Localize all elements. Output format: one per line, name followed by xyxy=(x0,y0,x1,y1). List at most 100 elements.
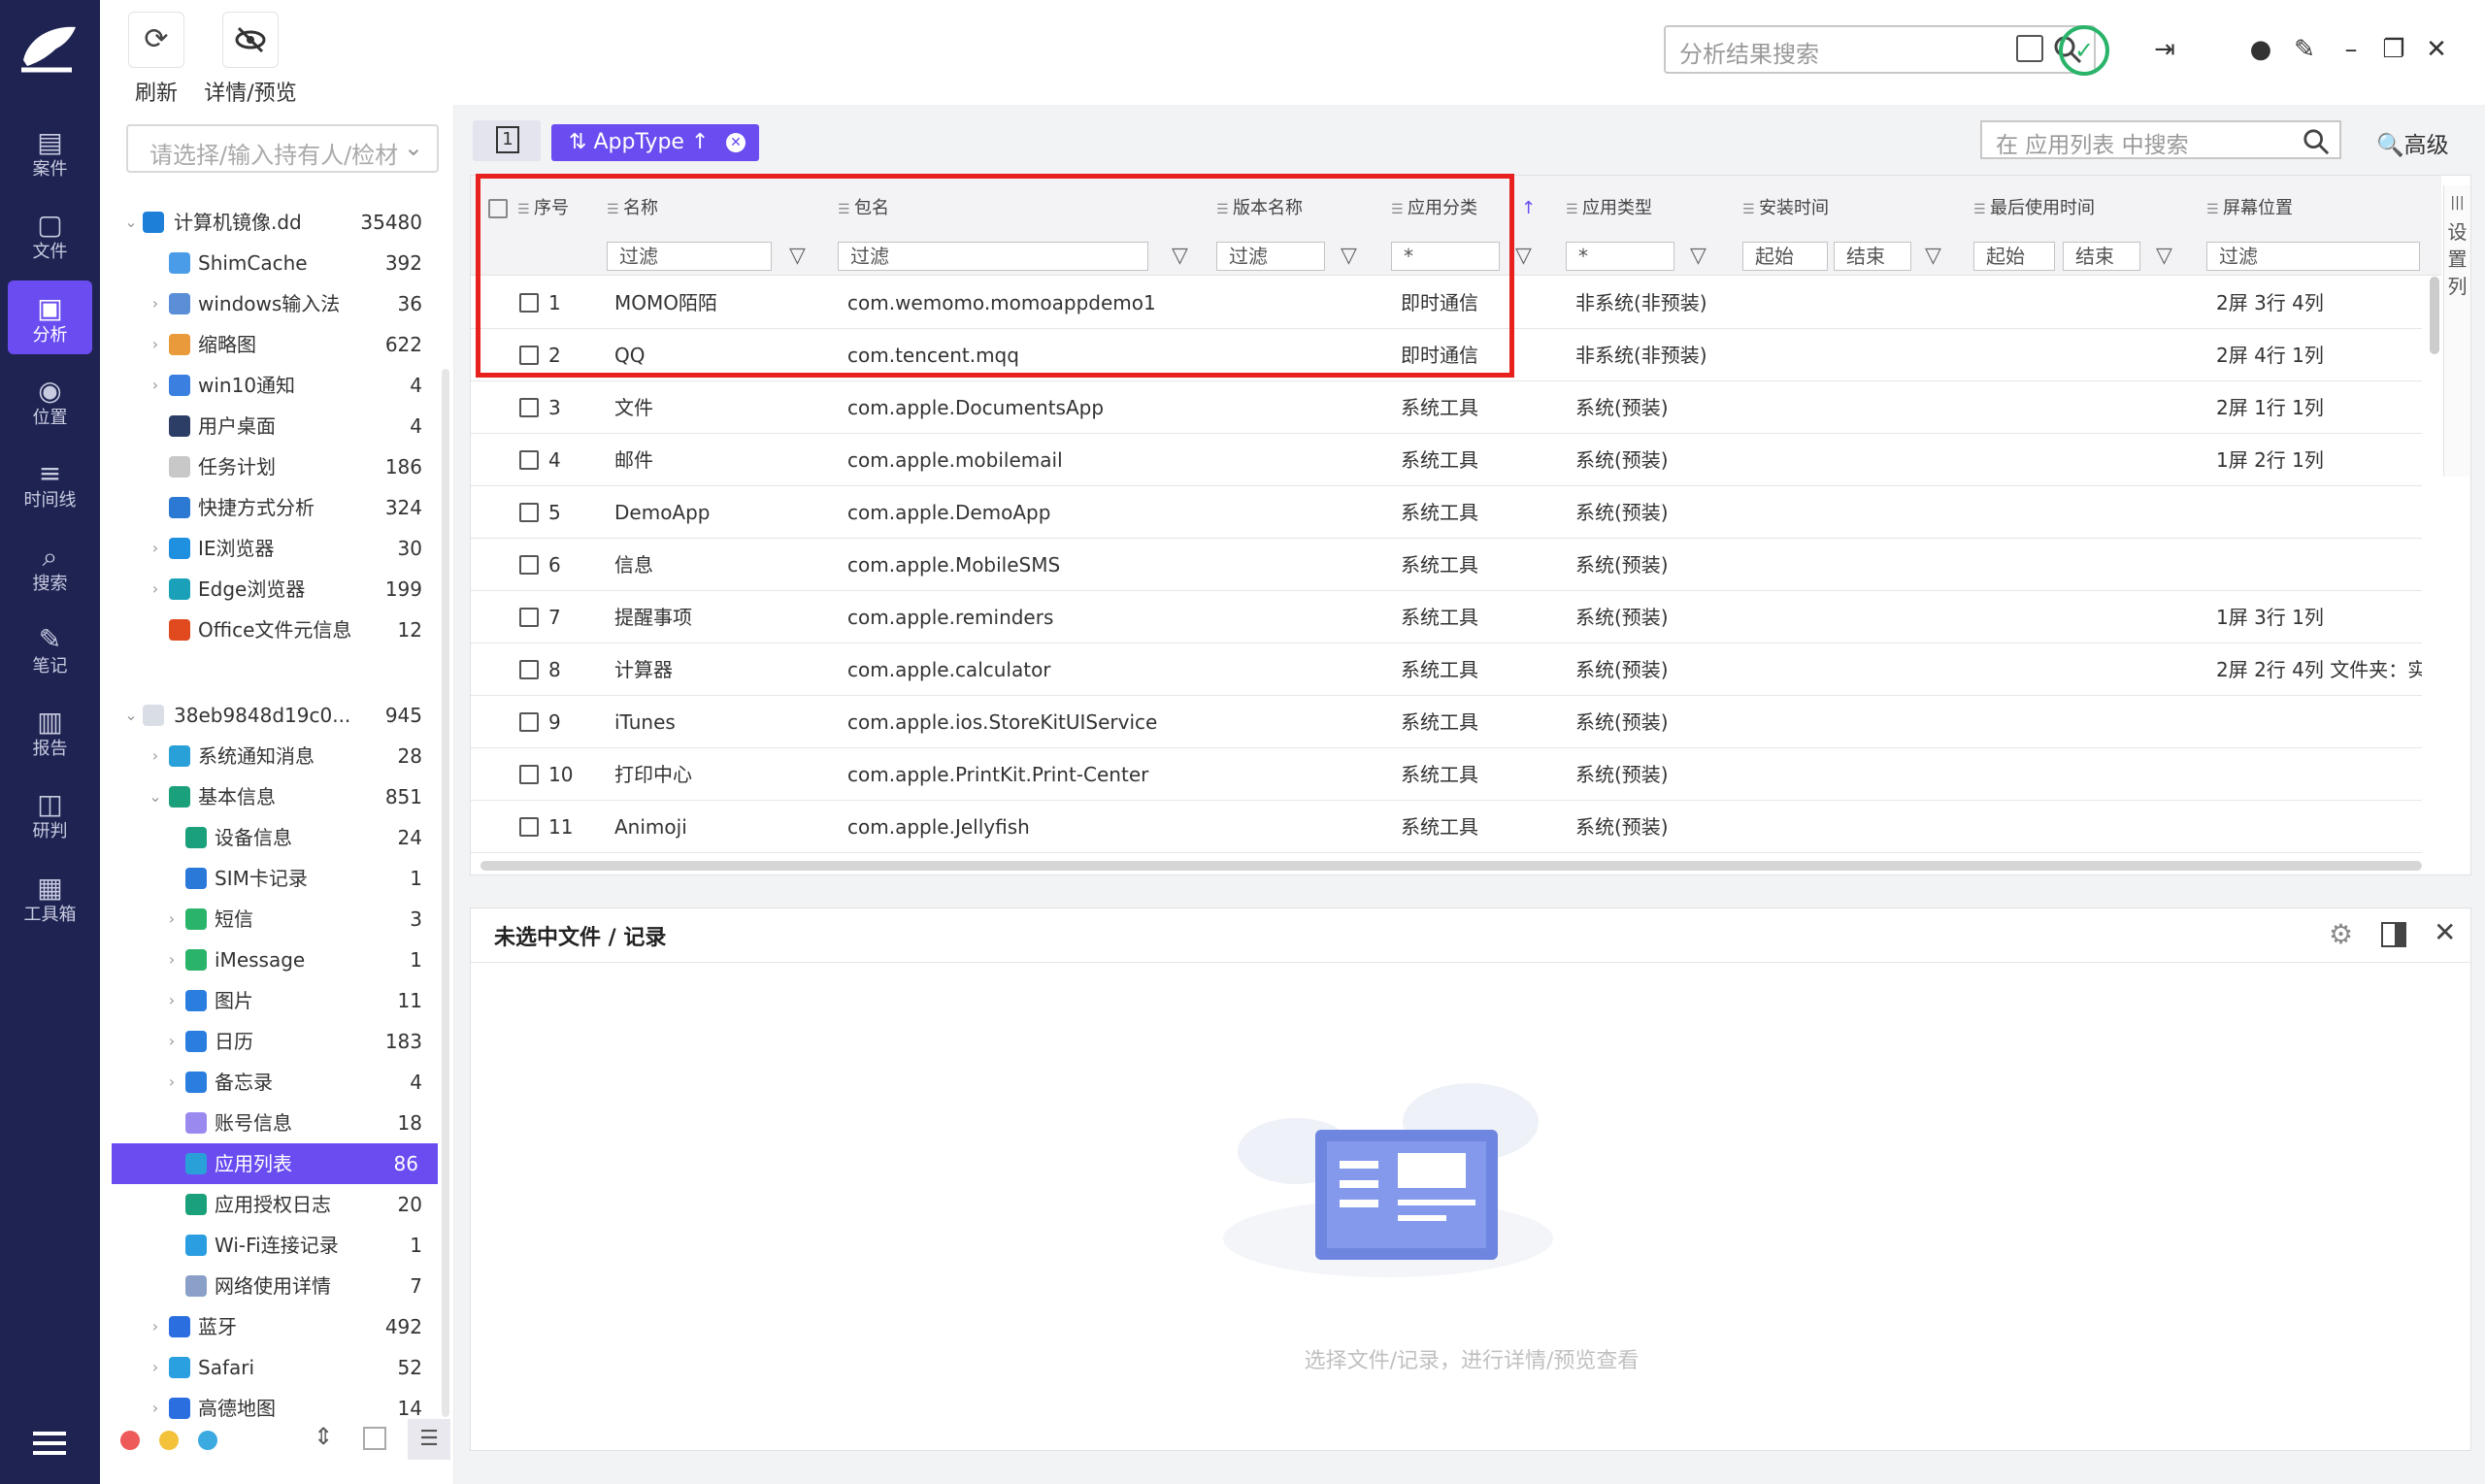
filter-input-start2[interactable]: 起始 xyxy=(1973,242,2055,271)
nav-item-location[interactable]: ◉ 位置 xyxy=(8,363,92,437)
table-row[interactable]: 8 计算器 com.apple.calculator 系统工具 系统(预装) 2屏 2行 … xyxy=(471,643,2422,696)
column-menu-icon[interactable]: ☰ xyxy=(2206,202,2223,217)
chevron-right-icon[interactable]: › xyxy=(164,1021,180,1062)
tree-node[interactable]: ⌄ 计算机镜像.dd 35480 xyxy=(112,202,432,243)
column-menu-icon[interactable]: ☰ xyxy=(1566,202,1582,217)
tree-node[interactable]: › Edge浏览器 199 xyxy=(112,569,432,610)
color-dot[interactable] xyxy=(198,1431,217,1450)
table-row[interactable]: 4 邮件 com.apple.mobilemail 系统工具 系统(预装) 1屏 2行 1… xyxy=(471,434,2422,486)
column-header-lastuse[interactable]: ☰ 最后使用时间 xyxy=(1973,183,2095,234)
chevron-right-icon[interactable]: › xyxy=(148,1388,163,1429)
tree-node[interactable]: › win10通知 4 xyxy=(112,365,432,406)
tree-node[interactable]: › 高德地图 14 xyxy=(112,1388,432,1429)
tree-node[interactable]: SIM卡记录 1 xyxy=(112,858,432,899)
column-header-screen[interactable]: ☰ 屏幕位置 xyxy=(2206,183,2293,234)
chevron-right-icon[interactable]: › xyxy=(148,324,163,365)
chevron-right-icon[interactable]: › xyxy=(148,283,163,324)
filter-input-screen[interactable]: 过滤 xyxy=(2206,242,2420,271)
color-dot[interactable] xyxy=(159,1431,179,1450)
tree-node[interactable]: › 蓝牙 492 xyxy=(112,1306,432,1347)
column-header-install[interactable]: ☰ 安装时间 xyxy=(1742,183,1829,234)
chevron-right-icon[interactable]: › xyxy=(148,736,163,776)
tree-node[interactable]: 快捷方式分析 324 xyxy=(112,487,432,528)
row-checkbox[interactable] xyxy=(519,555,539,575)
group-count-badge[interactable]: 1 xyxy=(473,120,541,161)
nav-item-judge[interactable]: ◫ 研判 xyxy=(8,776,92,850)
row-checkbox[interactable] xyxy=(519,398,539,417)
menu-icon[interactable] xyxy=(33,1432,66,1455)
chevron-down-icon[interactable]: ⌄ xyxy=(123,695,139,736)
tree-node[interactable]: Office文件元信息 12 xyxy=(112,610,432,650)
chevron-down-icon[interactable]: ⌄ xyxy=(148,776,163,817)
row-checkbox[interactable] xyxy=(519,450,539,470)
tree-node[interactable]: › iMessage 1 xyxy=(112,940,432,980)
list-view-icon[interactable]: ☰ xyxy=(408,1419,450,1460)
tree-node[interactable]: 应用列表 86 xyxy=(112,1143,438,1184)
minimize-icon[interactable]: – xyxy=(2335,33,2368,66)
tree-node[interactable]: › 缩略图 622 xyxy=(112,324,432,365)
filter-funnel-icon[interactable]: ▽ xyxy=(1690,244,1711,269)
shield-status-icon[interactable]: ✓ xyxy=(2059,25,2109,76)
sidebar-scrollbar[interactable] xyxy=(442,369,449,1417)
refresh-button[interactable]: ⟳ 刷新 xyxy=(122,8,190,106)
sort-tag[interactable]: ⇅ AppType ↑ ✕ xyxy=(551,124,759,161)
preview-close-icon[interactable]: ✕ xyxy=(2434,916,2456,948)
chevron-right-icon[interactable]: › xyxy=(148,1347,163,1388)
row-checkbox[interactable] xyxy=(519,765,539,784)
nav-item-timeline[interactable]: ≡ 时间线 xyxy=(8,445,92,519)
row-checkbox[interactable] xyxy=(519,608,539,627)
tree-node[interactable]: 网络使用详情 7 xyxy=(112,1266,432,1306)
nav-item-case[interactable]: ▤ 案件 xyxy=(8,115,92,188)
pin-icon[interactable]: ✎ xyxy=(2288,33,2321,66)
column-menu-icon[interactable]: ☰ xyxy=(1973,202,1990,217)
export-icon[interactable]: ⇥ xyxy=(2148,33,2181,66)
filter-funnel-icon[interactable]: ▽ xyxy=(1925,244,1946,269)
column-settings-button[interactable]: ||| 设置列 xyxy=(2443,185,2470,477)
tree-node[interactable]: Wi-Fi连接记录 1 xyxy=(112,1225,432,1266)
tree-node[interactable]: › IE浏览器 30 xyxy=(112,528,432,569)
row-checkbox[interactable] xyxy=(519,660,539,679)
filter-input-type[interactable]: * xyxy=(1566,242,1674,271)
calendar-icon[interactable] xyxy=(2016,35,2043,62)
filter-funnel-icon[interactable]: ▽ xyxy=(1515,244,1537,269)
tree-node[interactable]: › Safari 52 xyxy=(112,1347,432,1388)
nav-item-analysis[interactable]: ▣ 分析 xyxy=(8,280,92,354)
tree-node[interactable]: › windows输入法 36 xyxy=(112,283,432,324)
filter-input-end2[interactable]: 结束 xyxy=(2063,242,2140,271)
detail-preview-button[interactable]: 详情/预览 xyxy=(197,8,304,106)
analysis-search-input[interactable]: 分析结果搜索 xyxy=(1664,25,2096,74)
collapse-icon[interactable]: ⇕ xyxy=(311,1423,336,1452)
filter-input-end1[interactable]: 结束 xyxy=(1834,242,1911,271)
grid-view-icon[interactable] xyxy=(363,1427,386,1450)
tree-node[interactable]: › 系统通知消息 28 xyxy=(112,736,432,776)
tree-node[interactable]: 任务计划 186 xyxy=(112,446,432,487)
chevron-right-icon[interactable]: › xyxy=(164,980,180,1021)
chevron-right-icon[interactable]: › xyxy=(164,940,180,980)
color-dot[interactable] xyxy=(120,1431,140,1450)
chevron-right-icon[interactable]: › xyxy=(148,1306,163,1347)
table-row[interactable]: 11 Animoji com.apple.Jellyfish 系统工具 系统(预装) xyxy=(471,801,2422,853)
grid-search-input[interactable]: 在 应用列表 中搜索 xyxy=(1980,120,2341,159)
remove-sort-icon[interactable]: ✕ xyxy=(726,133,746,152)
tree-node[interactable]: › 短信 3 xyxy=(112,899,432,940)
grid-search-icon[interactable] xyxy=(2303,128,2330,155)
settings-icon[interactable]: ⚙ xyxy=(2329,918,2353,950)
advanced-search-button[interactable]: 🔍高级 xyxy=(2376,126,2464,159)
nav-item-search[interactable]: ⌕ 搜索 xyxy=(8,529,92,603)
table-row[interactable]: 5 DemoApp com.apple.DemoApp 系统工具 系统(预装) xyxy=(471,486,2422,539)
tree-node[interactable]: 设备信息 24 xyxy=(112,817,432,858)
chevron-right-icon[interactable]: › xyxy=(164,1062,180,1103)
chevron-right-icon[interactable]: › xyxy=(148,365,163,406)
table-row[interactable]: 7 提醒事项 com.apple.reminders 系统工具 系统(预装) 1屏 3行 … xyxy=(471,591,2422,643)
chevron-down-icon[interactable]: ⌄ xyxy=(123,202,139,243)
tree-node[interactable]: ⌄ 基本信息 851 xyxy=(112,776,432,817)
restore-icon[interactable]: ❐ xyxy=(2377,33,2410,66)
chevron-right-icon[interactable]: › xyxy=(164,899,180,940)
column-header-type[interactable]: ☰ 应用类型 xyxy=(1566,183,1652,234)
tree-node[interactable]: ⌄ 38eb9848d19c0... 945 xyxy=(112,695,432,736)
filter-funnel-icon[interactable]: ▽ xyxy=(2156,244,2177,269)
chevron-right-icon[interactable]: › xyxy=(148,528,163,569)
close-icon[interactable]: ✕ xyxy=(2420,33,2453,66)
user-icon[interactable]: ● xyxy=(2244,33,2277,66)
nav-item-report[interactable]: ▥ 报告 xyxy=(8,694,92,768)
